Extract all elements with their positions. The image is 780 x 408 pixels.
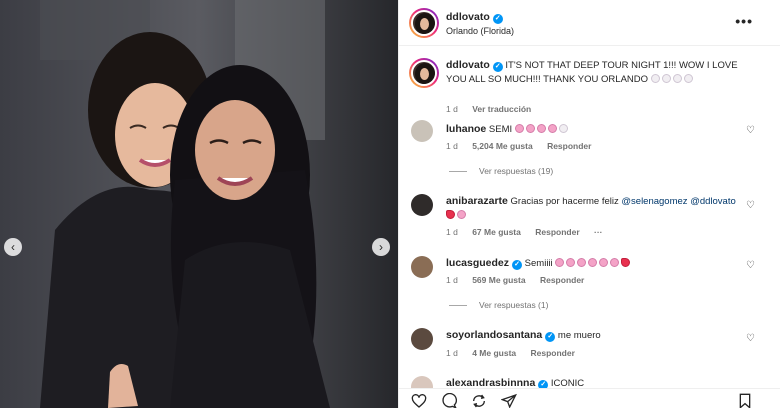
- comment-item: alexandrasbinnna ✓ ICONIC: [399, 376, 780, 388]
- heart-emoji: [672, 74, 682, 83]
- comment-username[interactable]: luhanoe: [446, 123, 486, 135]
- chevron-left-icon[interactable]: ‹: [4, 238, 22, 256]
- comment-likes[interactable]: 5,204 Me gusta: [472, 141, 532, 151]
- emoji: [514, 124, 524, 133]
- commenter-avatar[interactable]: [411, 194, 433, 216]
- comments-scroll[interactable]: ddlovato ✓ IT'S NOT THAT DEEP TOUR NIGHT …: [399, 46, 780, 388]
- comment-text: SEMI: [488, 124, 513, 135]
- emoji: [547, 124, 557, 133]
- heart-icon[interactable]: ♡: [746, 125, 755, 136]
- view-replies[interactable]: Ver respuestas (19): [449, 166, 553, 176]
- author-username[interactable]: ddlovato: [446, 11, 490, 23]
- comment-item: soyorlandosantana ✓ me muero 1 d 4 Me gus…: [399, 328, 780, 372]
- comment-time: 1 d: [446, 275, 458, 285]
- comment-text: ICONIC: [550, 378, 585, 388]
- emoji: [599, 258, 609, 267]
- comment-text: me muero: [557, 330, 601, 341]
- verified-icon: ✓: [538, 380, 549, 388]
- emoji: [588, 258, 598, 267]
- commenter-avatar[interactable]: [411, 328, 433, 350]
- emoji: [555, 258, 565, 267]
- view-replies[interactable]: Ver respuestas (1): [449, 300, 548, 310]
- comment-username[interactable]: lucasguedez: [446, 257, 509, 269]
- emoji: [577, 258, 587, 267]
- comment-likes[interactable]: 569 Me gusta: [472, 275, 525, 285]
- comment-item: anibarazarte Gracias por hacerme feliz @…: [399, 192, 780, 252]
- commenter-avatar[interactable]: [411, 120, 433, 142]
- mention-link[interactable]: @ddlovato: [690, 196, 736, 207]
- caption-username[interactable]: ddlovato: [446, 59, 490, 71]
- comment-likes[interactable]: 4 Me gusta: [472, 348, 516, 358]
- post-location[interactable]: Orlando (Florida): [446, 26, 514, 36]
- emoji: [610, 258, 620, 267]
- send-icon[interactable]: [501, 393, 517, 408]
- heart-icon[interactable]: [411, 393, 427, 408]
- comment-text: Gracias por hacerme feliz: [510, 196, 619, 207]
- comment-icon[interactable]: [441, 393, 457, 408]
- comment-username[interactable]: soyorlandosantana: [446, 329, 542, 341]
- see-translation-link[interactable]: Ver traducción: [472, 104, 531, 114]
- emoji: [621, 258, 631, 267]
- heart-emoji: [661, 74, 671, 83]
- comment-item: luhanoe SEMI 1 d 5,204 Me gusta Responde…: [399, 120, 780, 182]
- action-bar: [399, 388, 780, 408]
- comment-text: Semiiii: [524, 258, 553, 269]
- chevron-right-icon[interactable]: ›: [372, 238, 390, 256]
- commenter-avatar[interactable]: [411, 376, 433, 388]
- bookmark-icon[interactable]: [737, 393, 753, 408]
- mention-link[interactable]: @selenagomez: [621, 196, 687, 207]
- more-icon[interactable]: ···: [594, 227, 603, 237]
- verified-icon: ✓: [492, 62, 503, 72]
- caption-avatar[interactable]: [409, 58, 439, 88]
- emoji: [536, 124, 546, 133]
- emoji: [457, 210, 466, 219]
- emoji: [566, 258, 576, 267]
- verified-icon: ✓: [492, 14, 503, 24]
- share-icon[interactable]: [471, 393, 487, 408]
- comment-username[interactable]: alexandrasbinnna: [446, 377, 535, 388]
- reply-button[interactable]: Responder: [535, 227, 579, 237]
- post-media[interactable]: ‹ ›: [0, 0, 398, 408]
- caption-time: 1 d: [446, 104, 458, 114]
- heart-icon[interactable]: ♡: [746, 333, 755, 344]
- reply-button[interactable]: Responder: [540, 275, 584, 285]
- emoji: [558, 124, 568, 133]
- comment-time: 1 d: [446, 141, 458, 151]
- heart-icon[interactable]: ♡: [746, 200, 755, 211]
- post-side-panel: ddlovato ✓ Orlando (Florida) ••• ddlovato…: [398, 0, 780, 408]
- verified-icon: ✓: [545, 332, 556, 342]
- reply-button[interactable]: Responder: [531, 348, 575, 358]
- comment-time: 1 d: [446, 227, 458, 237]
- comment-time: 1 d: [446, 348, 458, 358]
- emoji: [525, 124, 535, 133]
- reply-button[interactable]: Responder: [547, 141, 591, 151]
- post-header: ddlovato ✓ Orlando (Florida) •••: [399, 0, 780, 46]
- post-caption: ddlovato ✓ IT'S NOT THAT DEEP TOUR NIGHT …: [399, 58, 780, 120]
- comment-username[interactable]: anibarazarte: [446, 195, 508, 207]
- post-photo: [0, 0, 398, 408]
- heart-emoji: [650, 74, 660, 83]
- author-avatar[interactable]: [409, 8, 439, 38]
- more-icon[interactable]: •••: [735, 13, 753, 29]
- verified-icon: ✓: [512, 260, 523, 270]
- comment-likes[interactable]: 67 Me gusta: [472, 227, 521, 237]
- emoji: [446, 210, 455, 219]
- heart-icon[interactable]: ♡: [746, 260, 755, 271]
- commenter-avatar[interactable]: [411, 256, 433, 278]
- comment-item: lucasguedez ✓ Semiiii 1 d 569 Me gusta Re…: [399, 254, 780, 318]
- heart-emoji: [683, 74, 693, 83]
